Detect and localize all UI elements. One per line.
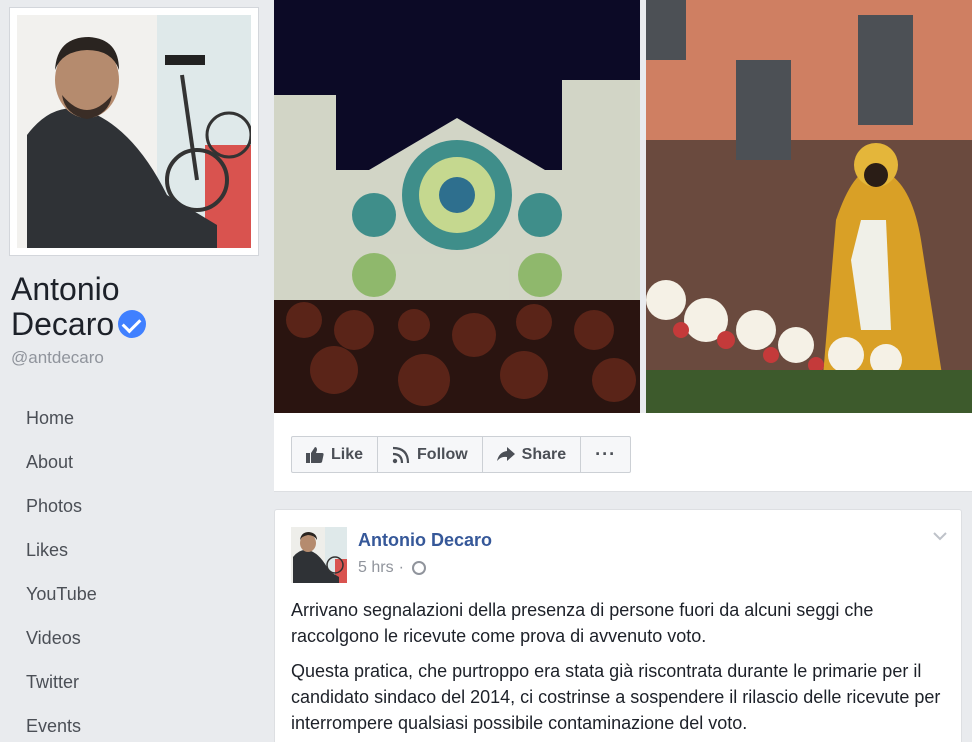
page-action-bar: Like Follow Share ··· — [274, 413, 972, 492]
nav-item-likes[interactable]: Likes — [26, 528, 97, 572]
nav-item-youtube[interactable]: YouTube — [26, 572, 97, 616]
more-dots-icon: ··· — [595, 444, 617, 464]
action-button-group: Like Follow Share ··· — [291, 436, 632, 473]
globe-icon[interactable] — [411, 561, 426, 575]
page-handle[interactable]: @antdecaro — [11, 348, 104, 368]
share-button[interactable]: Share — [483, 437, 582, 472]
verified-badge-icon — [118, 310, 147, 338]
page-name-line2: Decaro — [11, 306, 115, 342]
post-author-name[interactable]: Antonio Decaro — [358, 530, 492, 551]
profile-picture[interactable] — [9, 7, 259, 256]
cover-image-illuminations — [274, 0, 640, 413]
like-thumb-icon — [306, 446, 324, 463]
nav-item-home[interactable]: Home — [26, 396, 97, 440]
post-body: Arrivano segnalazioni della presenza di … — [291, 597, 941, 742]
left-column: Antonio Decaro @antdecaro Home About Pho… — [0, 0, 270, 742]
nav-item-about[interactable]: About — [26, 440, 97, 484]
profile-photo — [17, 15, 251, 248]
page-nav: Home About Photos Likes YouTube Videos T… — [26, 396, 97, 742]
meta-separator: · — [398, 559, 404, 576]
follow-button[interactable]: Follow — [378, 437, 483, 472]
post-paragraph-2: Questa pratica, che purtroppo era stata … — [291, 661, 941, 733]
cover-image-statue — [646, 0, 972, 413]
page-name-line1: Antonio — [11, 271, 120, 307]
post-card: Antonio Decaro 5 hrs · Arrivano segnalaz… — [274, 509, 962, 742]
post-timestamp[interactable]: 5 hrs — [358, 559, 394, 577]
more-options-button[interactable]: ··· — [581, 437, 630, 472]
follow-label: Follow — [417, 445, 468, 463]
page-title[interactable]: Antonio Decaro — [11, 271, 147, 342]
like-label: Like — [331, 445, 364, 463]
post-author-avatar[interactable] — [291, 527, 347, 583]
share-label: Share — [521, 445, 567, 463]
nav-item-photos[interactable]: Photos — [26, 484, 97, 528]
nav-item-videos[interactable]: Videos — [26, 616, 97, 660]
cover-photo[interactable] — [274, 0, 972, 413]
chevron-down-icon[interactable] — [933, 528, 947, 546]
follow-rss-icon — [392, 446, 410, 463]
share-arrow-icon — [496, 447, 515, 461]
post-paragraph-1: Arrivano segnalazioni della presenza di … — [291, 600, 874, 646]
post-meta: 5 hrs · — [358, 559, 426, 577]
like-button[interactable]: Like — [292, 437, 379, 472]
nav-item-twitter[interactable]: Twitter — [26, 660, 97, 704]
nav-item-events[interactable]: Events — [26, 704, 97, 742]
